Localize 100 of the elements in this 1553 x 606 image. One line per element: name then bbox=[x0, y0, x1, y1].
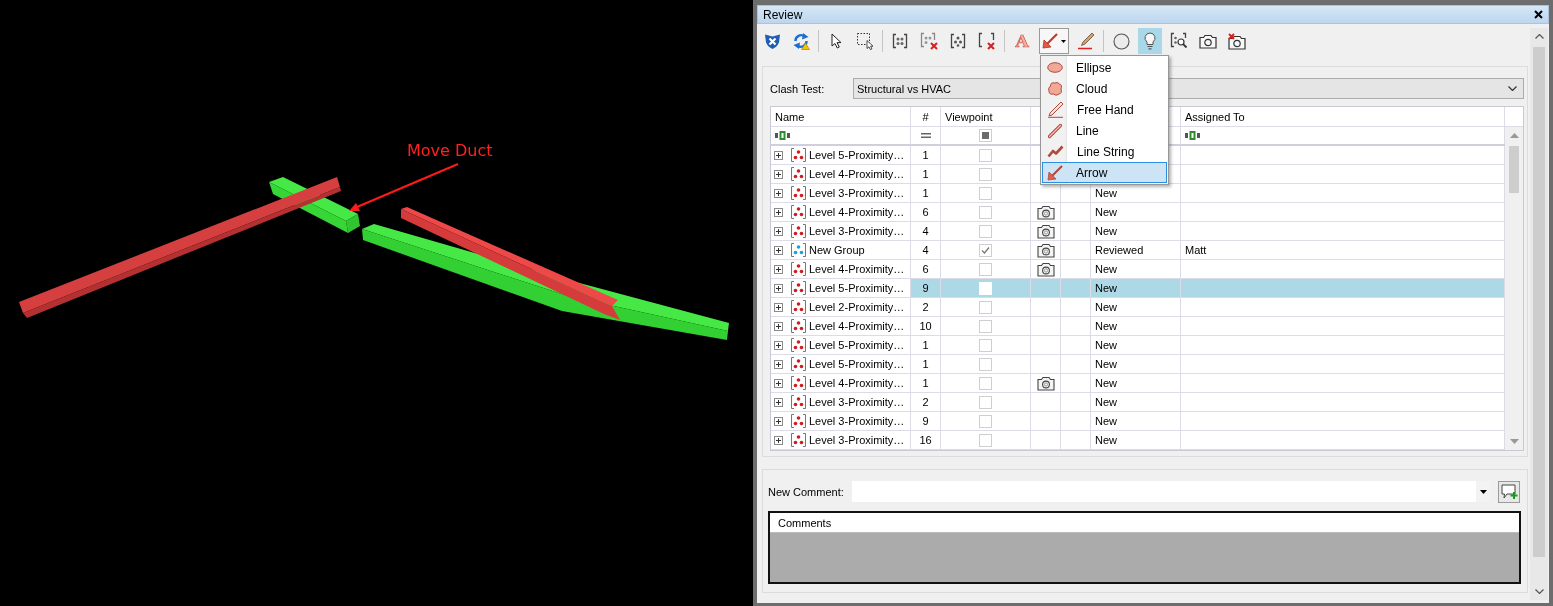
checkbox[interactable] bbox=[979, 262, 992, 276]
clash-name: Level 3-Proximity… bbox=[809, 396, 905, 408]
table-cell: New bbox=[1091, 317, 1181, 335]
checkbox[interactable] bbox=[979, 338, 992, 352]
table-row[interactable]: Level 4-Proximity… 1 New bbox=[771, 374, 1505, 393]
expand-icon[interactable] bbox=[774, 226, 783, 236]
table-row[interactable]: Level 3-Proximity… 4 New bbox=[771, 222, 1505, 241]
expand-icon[interactable] bbox=[774, 302, 783, 312]
text-filter-icon[interactable] bbox=[775, 131, 790, 140]
scrollbar-thumb[interactable] bbox=[1509, 146, 1519, 193]
equals-icon[interactable] bbox=[920, 133, 931, 138]
table-row[interactable]: Level 4-Proximity… 10 New bbox=[771, 317, 1505, 336]
dots-bracket-icon bbox=[791, 262, 806, 276]
table-row[interactable]: Level 4-Proximity… 6 New bbox=[771, 260, 1505, 279]
camera-icon[interactable] bbox=[1036, 223, 1055, 239]
expand-icon[interactable] bbox=[774, 359, 783, 369]
scroll-down-icon[interactable] bbox=[1534, 589, 1544, 594]
table-cell: 9 bbox=[911, 412, 941, 430]
table-row[interactable]: New Group 4 Reviewed Matt bbox=[771, 241, 1505, 260]
expand-icon[interactable] bbox=[774, 378, 783, 388]
scrollbar[interactable] bbox=[1530, 28, 1548, 600]
dots-bracket-icon bbox=[791, 186, 806, 200]
table-cell: New bbox=[1091, 431, 1181, 449]
clash-name: Level 3-Proximity… bbox=[809, 187, 905, 199]
table-row[interactable]: Level 3-Proximity… 16 New bbox=[771, 431, 1505, 450]
list-header[interactable]: Comments bbox=[770, 513, 1519, 533]
camera-icon[interactable] bbox=[1036, 375, 1055, 391]
menu-item[interactable]: Cloud bbox=[1042, 78, 1167, 99]
text-filter-icon[interactable] bbox=[1185, 131, 1200, 140]
expand-icon[interactable] bbox=[774, 264, 783, 274]
expand-icon[interactable] bbox=[774, 435, 783, 445]
checkbox[interactable] bbox=[979, 300, 992, 314]
clash-name: Level 4-Proximity… bbox=[809, 320, 905, 332]
checkbox[interactable] bbox=[979, 414, 992, 428]
column-header[interactable]: Assigned To bbox=[1181, 107, 1505, 126]
table-row[interactable]: Level 3-Proximity… 2 New bbox=[771, 393, 1505, 412]
menu-item[interactable]: Line String bbox=[1042, 141, 1167, 162]
line-icon bbox=[1047, 122, 1063, 139]
column-header[interactable]: # bbox=[911, 107, 941, 126]
bracket-zoom-icon bbox=[1170, 32, 1188, 50]
table-row[interactable]: Level 4-Proximity… 6 New bbox=[771, 203, 1505, 222]
checkbox[interactable] bbox=[979, 224, 992, 238]
dots-bracket-icon bbox=[791, 167, 806, 181]
table-row[interactable]: Level 5-Proximity… 1 New bbox=[771, 355, 1505, 374]
expand-icon[interactable] bbox=[774, 188, 783, 198]
expand-icon[interactable] bbox=[774, 416, 783, 426]
table-cell: New bbox=[1091, 203, 1181, 221]
checkbox[interactable] bbox=[979, 243, 992, 257]
table-cell: 6 bbox=[911, 260, 941, 278]
column-header[interactable]: Viewpoint bbox=[941, 107, 1031, 126]
column-header[interactable]: Name bbox=[771, 107, 911, 126]
checkbox[interactable] bbox=[979, 148, 992, 162]
camera-icon[interactable] bbox=[1036, 204, 1055, 220]
table-cell: 1 bbox=[911, 184, 941, 202]
toolbar-button[interactable] bbox=[1138, 28, 1162, 54]
clash-name: Level 5-Proximity… bbox=[809, 358, 905, 370]
menu-item[interactable]: Line bbox=[1042, 120, 1167, 141]
checkbox[interactable] bbox=[979, 433, 992, 447]
field-label: New Comment: bbox=[768, 485, 845, 498]
table-cell: 1 bbox=[911, 374, 941, 392]
camera-icon[interactable] bbox=[1036, 242, 1055, 258]
checkbox[interactable] bbox=[979, 395, 992, 409]
expand-icon[interactable] bbox=[774, 245, 783, 255]
clash-name: New Group bbox=[809, 244, 865, 256]
expand-icon[interactable] bbox=[774, 397, 783, 407]
scrollbar[interactable] bbox=[1505, 127, 1523, 450]
checkbox[interactable] bbox=[979, 357, 992, 371]
expand-icon[interactable] bbox=[774, 169, 783, 179]
checkbox[interactable] bbox=[979, 376, 992, 390]
menu-item[interactable]: Free Hand bbox=[1042, 99, 1167, 120]
shield-icon bbox=[763, 32, 781, 50]
expand-icon[interactable] bbox=[774, 340, 783, 350]
scroll-up-icon[interactable] bbox=[1534, 34, 1544, 39]
checkbox[interactable] bbox=[979, 205, 992, 219]
scrollbar-thumb[interactable] bbox=[1533, 47, 1545, 557]
expand-icon[interactable] bbox=[774, 321, 783, 331]
table-row[interactable]: Level 3-Proximity… 9 New bbox=[771, 412, 1505, 431]
add-comment-button[interactable] bbox=[1498, 480, 1520, 503]
dots-bracket-icon bbox=[791, 319, 806, 333]
expand-icon[interactable] bbox=[774, 207, 783, 217]
menu-item[interactable]: Ellipse bbox=[1042, 57, 1167, 78]
table-row[interactable]: Level 5-Proximity… 1 New bbox=[771, 336, 1505, 355]
menu-item[interactable]: Arrow bbox=[1042, 162, 1167, 183]
expand-icon[interactable] bbox=[774, 283, 783, 293]
table-row[interactable]: Level 2-Proximity… 2 New bbox=[771, 298, 1505, 317]
table-row[interactable]: Level 3-Proximity… 1 New bbox=[771, 184, 1505, 203]
clash-name: Level 4-Proximity… bbox=[809, 263, 905, 275]
pencil-icon bbox=[1047, 101, 1064, 118]
expand-icon[interactable] bbox=[774, 150, 783, 160]
dots-bracket-icon bbox=[791, 414, 806, 428]
clash-name: Level 5-Proximity… bbox=[809, 339, 905, 351]
filter-checkbox[interactable] bbox=[979, 129, 992, 142]
table-cell: 2 bbox=[911, 298, 941, 316]
checkbox[interactable] bbox=[979, 319, 992, 333]
checkbox[interactable] bbox=[979, 167, 992, 181]
checkbox[interactable] bbox=[979, 186, 992, 200]
camera-icon[interactable] bbox=[1036, 261, 1055, 277]
arrow-tool-dropdown[interactable] bbox=[1039, 28, 1069, 54]
table-row[interactable]: Level 5-Proximity… 9 New bbox=[771, 279, 1505, 298]
dots-bracket-icon bbox=[791, 300, 806, 314]
